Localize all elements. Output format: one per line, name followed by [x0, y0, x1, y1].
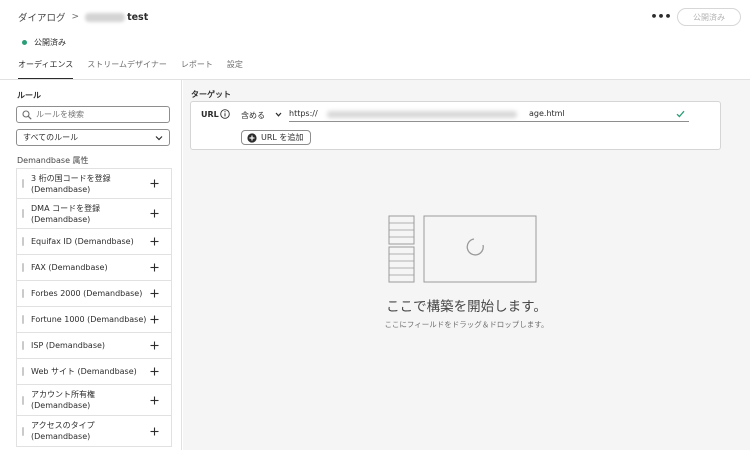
rule-item[interactable]: 3 桁の国コードを登録 (Demandbase) [16, 168, 172, 199]
plus-icon[interactable] [150, 341, 159, 350]
plus-icon[interactable] [150, 289, 159, 298]
plus-icon[interactable] [150, 237, 159, 246]
target-title: ターゲット [191, 90, 231, 99]
rule-label: 3 桁の国コードを登録 (Demandbase) [31, 173, 111, 194]
publish-button[interactable]: 公開済み [677, 8, 741, 26]
url-prefix: https:// [289, 109, 318, 118]
rule-item[interactable]: Web サイト (Demandbase) [16, 359, 172, 385]
drag-handle-icon[interactable] [22, 315, 24, 324]
url-label: URL [201, 110, 219, 119]
rule-label: Equifax ID (Demandbase) [31, 237, 134, 246]
info-icon[interactable] [220, 109, 230, 119]
breadcrumb-redacted [85, 12, 126, 22]
rule-group-title: Demandbase 属性 [17, 156, 89, 165]
header: ダイアログ > test ••• 公開済み 公開済み オーディエンス ストリーム… [0, 0, 750, 80]
tab-bar: オーディエンス ストリームデザイナー レポート 設定 [18, 58, 257, 80]
plus-icon[interactable] [150, 209, 159, 218]
plus-icon[interactable] [150, 179, 159, 188]
rule-label: FAX (Demandbase) [31, 263, 108, 272]
breadcrumb: ダイアログ > test [18, 10, 149, 25]
target-rule-box: URL 含める https:// age.html URL を追加 [190, 101, 721, 150]
rule-label: ISP (Demandbase) [31, 341, 106, 350]
drag-handle-icon[interactable] [22, 179, 24, 188]
rule-label: アクセスのタイプ (Demandbase) [31, 421, 95, 441]
rule-label: Web サイト (Demandbase) [31, 367, 137, 376]
tab-audience[interactable]: オーディエンス [18, 58, 74, 80]
empty-state-subtitle: ここにフィールドをドラッグ＆ドロップします。 [384, 320, 549, 329]
builder-canvas[interactable]: ターゲット URL 含める https:// age.html URL を追加 [183, 80, 750, 450]
plus-icon[interactable] [150, 427, 159, 436]
drop-zone-illustration-icon [388, 215, 537, 283]
rule-item[interactable]: DMA コードを登録 (Demandbase) [16, 199, 172, 229]
rule-label: Fortune 1000 (Demandbase) [31, 315, 147, 324]
chevron-down-icon[interactable] [275, 111, 282, 118]
plus-icon[interactable] [150, 367, 159, 376]
operator-select[interactable]: 含める [241, 110, 265, 121]
drag-handle-icon[interactable] [22, 263, 24, 272]
add-circle-icon [247, 132, 257, 143]
plus-icon[interactable] [150, 396, 159, 405]
url-input[interactable]: https:// age.html [289, 106, 689, 122]
rule-item[interactable]: Fortune 1000 (Demandbase) [16, 307, 172, 333]
chevron-down-icon [155, 136, 163, 141]
more-options-button[interactable]: ••• [650, 8, 671, 24]
breadcrumb-current: test [127, 11, 149, 23]
plus-icon[interactable] [150, 263, 159, 272]
drag-handle-icon[interactable] [22, 341, 24, 350]
drag-handle-icon[interactable] [22, 395, 24, 405]
add-url-label: URL を追加 [261, 133, 304, 142]
checkmark-icon [676, 110, 685, 118]
breadcrumb-root[interactable]: ダイアログ [18, 10, 66, 24]
drag-handle-icon[interactable] [22, 237, 24, 246]
url-redacted [327, 111, 517, 118]
rule-item[interactable]: FAX (Demandbase) [16, 255, 172, 281]
drag-handle-icon[interactable] [22, 426, 24, 436]
rule-filter-value: すべてのルール [23, 133, 79, 142]
drag-handle-icon[interactable] [22, 289, 24, 298]
rule-item[interactable]: ISP (Demandbase) [16, 333, 172, 359]
status-indicator: 公開済み [22, 37, 66, 48]
tab-report[interactable]: レポート [181, 58, 213, 80]
rule-label: Forbes 2000 (Demandbase) [31, 289, 143, 298]
tab-stream-designer[interactable]: ストリームデザイナー [87, 58, 167, 80]
rule-list: 3 桁の国コードを登録 (Demandbase) DMA コードを登録 (Dem… [16, 168, 172, 447]
rule-item[interactable]: Forbes 2000 (Demandbase) [16, 281, 172, 307]
rule-filter-select[interactable]: すべてのルール [16, 129, 170, 146]
empty-state-title: ここで構築を開始します。 [386, 299, 547, 315]
status-text: 公開済み [34, 38, 66, 47]
rule-item[interactable]: Equifax ID (Demandbase) [16, 229, 172, 255]
rule-item[interactable]: アカウント所有権 (Demandbase) [16, 385, 172, 416]
rule-label: アカウント所有権 (Demandbase) [31, 390, 95, 410]
url-suffix: age.html [529, 109, 565, 118]
rule-item[interactable]: アクセスのタイプ (Demandbase) [16, 416, 172, 447]
rules-sidebar: ルール すべてのルール Demandbase 属性 3 桁の国コードを登録 (D… [0, 80, 182, 450]
tab-settings[interactable]: 設定 [227, 58, 243, 80]
add-url-button[interactable]: URL を追加 [241, 130, 311, 145]
status-dot-icon [22, 40, 27, 45]
breadcrumb-separator: > [71, 12, 80, 22]
rule-search[interactable] [16, 106, 170, 123]
search-icon [22, 109, 32, 120]
sidebar-title: ルール [17, 91, 41, 100]
drag-handle-icon[interactable] [22, 367, 24, 376]
plus-icon[interactable] [150, 315, 159, 324]
drag-handle-icon[interactable] [22, 209, 24, 218]
search-input[interactable] [36, 110, 166, 119]
rule-label: DMA コードを登録 (Demandbase) [31, 203, 101, 224]
